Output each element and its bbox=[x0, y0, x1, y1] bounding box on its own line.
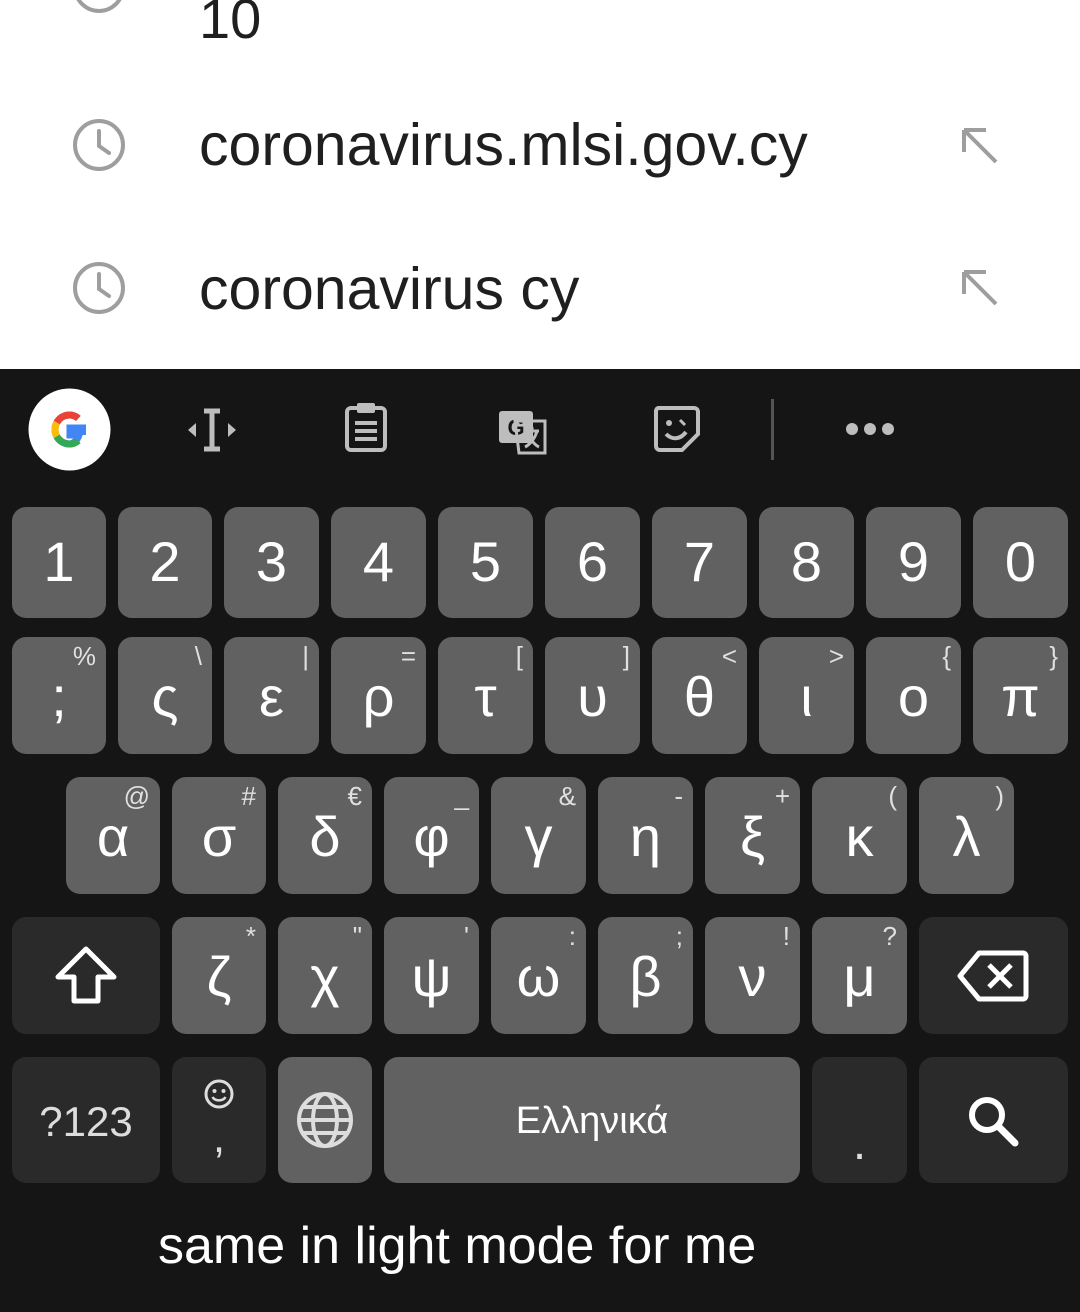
shift-icon bbox=[55, 946, 117, 1004]
suggestion-item[interactable]: coronavirus cy bbox=[0, 230, 1080, 350]
key-phi[interactable]: φ _ bbox=[384, 777, 479, 894]
suggestion-text: coronavirus.mlsi.gov.cy bbox=[199, 112, 808, 178]
suggestion-text: 10 bbox=[199, 0, 262, 50]
key-omicron[interactable]: ο{ bbox=[866, 637, 961, 754]
key-mu[interactable]: μ? bbox=[812, 917, 907, 1034]
shift-key[interactable] bbox=[12, 917, 160, 1034]
search-icon bbox=[969, 1097, 1019, 1147]
emoji-icon bbox=[204, 1079, 234, 1109]
key-upsilon[interactable]: υ] bbox=[545, 637, 640, 754]
backspace-key[interactable] bbox=[919, 917, 1068, 1034]
toolbar-divider bbox=[771, 399, 774, 460]
comma-emoji-key[interactable]: , bbox=[172, 1057, 266, 1183]
key-alpha[interactable]: α @ bbox=[66, 777, 160, 894]
search-suggestions: 10 coronavirus.mlsi.gov.cy coronavirus c… bbox=[0, 0, 1080, 369]
key-delta[interactable]: δ € bbox=[278, 777, 372, 894]
caption-text: same in light mode for me bbox=[158, 1217, 757, 1275]
key-iota[interactable]: ι > bbox=[759, 637, 854, 754]
space-bar[interactable]: Ελληνικά bbox=[384, 1057, 800, 1183]
key-3[interactable]: 3 bbox=[224, 507, 319, 618]
suggestion-item[interactable]: coronavirus.mlsi.gov.cy bbox=[0, 86, 1080, 206]
keyboard-toolbar: G bbox=[0, 369, 1080, 489]
more-icon[interactable] bbox=[845, 422, 895, 436]
key-6[interactable]: 6 bbox=[545, 507, 640, 618]
search-key[interactable] bbox=[919, 1057, 1068, 1183]
key-rho[interactable]: ρ = bbox=[331, 637, 426, 754]
key-omega[interactable]: ω: bbox=[491, 917, 586, 1034]
key-eta[interactable]: η- bbox=[598, 777, 693, 894]
translate-icon[interactable]: G bbox=[497, 407, 549, 457]
key-theta[interactable]: θ < bbox=[652, 637, 747, 754]
history-icon bbox=[73, 262, 125, 314]
key-1[interactable]: 1 bbox=[12, 507, 106, 618]
key-beta[interactable]: β; bbox=[598, 917, 693, 1034]
keyboard: G 1 2 3 4 5 6 7 8 9 0 ;% ς \ ε | ρ = τ[ υ] … bbox=[0, 369, 1080, 1312]
cursor-control-icon[interactable] bbox=[184, 407, 240, 453]
key-chi[interactable]: χ " bbox=[278, 917, 372, 1034]
history-icon bbox=[73, 119, 125, 171]
key-epsilon[interactable]: ε | bbox=[224, 637, 319, 754]
history-icon bbox=[76, 0, 122, 13]
key-4[interactable]: 4 bbox=[331, 507, 426, 618]
key-semicolon[interactable]: ;% bbox=[12, 637, 106, 754]
backspace-icon bbox=[957, 950, 1029, 1002]
language-key[interactable] bbox=[278, 1057, 372, 1183]
key-final-sigma[interactable]: ς \ bbox=[118, 637, 212, 754]
period-key[interactable]: . bbox=[812, 1057, 907, 1183]
key-lambda[interactable]: λ) bbox=[919, 777, 1014, 894]
symbols-key[interactable]: ?123 bbox=[12, 1057, 160, 1183]
google-icon[interactable] bbox=[28, 388, 111, 471]
suggestion-text: coronavirus cy bbox=[199, 256, 580, 322]
key-9[interactable]: 9 bbox=[866, 507, 961, 618]
key-kappa[interactable]: κ( bbox=[812, 777, 907, 894]
key-nu[interactable]: ν! bbox=[705, 917, 800, 1034]
key-zeta[interactable]: ζ * bbox=[172, 917, 266, 1034]
key-0[interactable]: 0 bbox=[973, 507, 1068, 618]
key-gamma[interactable]: γ & bbox=[491, 777, 586, 894]
fill-query-arrow-icon[interactable] bbox=[958, 124, 1002, 168]
key-7[interactable]: 7 bbox=[652, 507, 747, 618]
key-5[interactable]: 5 bbox=[438, 507, 533, 618]
fill-query-arrow-icon[interactable] bbox=[958, 266, 1002, 310]
sticker-icon[interactable] bbox=[652, 404, 700, 452]
key-pi[interactable]: π} bbox=[973, 637, 1068, 754]
key-xi[interactable]: ξ + bbox=[705, 777, 800, 894]
key-2[interactable]: 2 bbox=[118, 507, 212, 618]
clipboard-icon[interactable] bbox=[343, 401, 389, 453]
key-8[interactable]: 8 bbox=[759, 507, 854, 618]
globe-icon bbox=[297, 1092, 353, 1148]
partial-suggestion[interactable]: 10 bbox=[0, 0, 1080, 50]
key-tau[interactable]: τ[ bbox=[438, 637, 533, 754]
key-sigma[interactable]: σ # bbox=[172, 777, 266, 894]
key-psi[interactable]: ψ ' bbox=[384, 917, 479, 1034]
